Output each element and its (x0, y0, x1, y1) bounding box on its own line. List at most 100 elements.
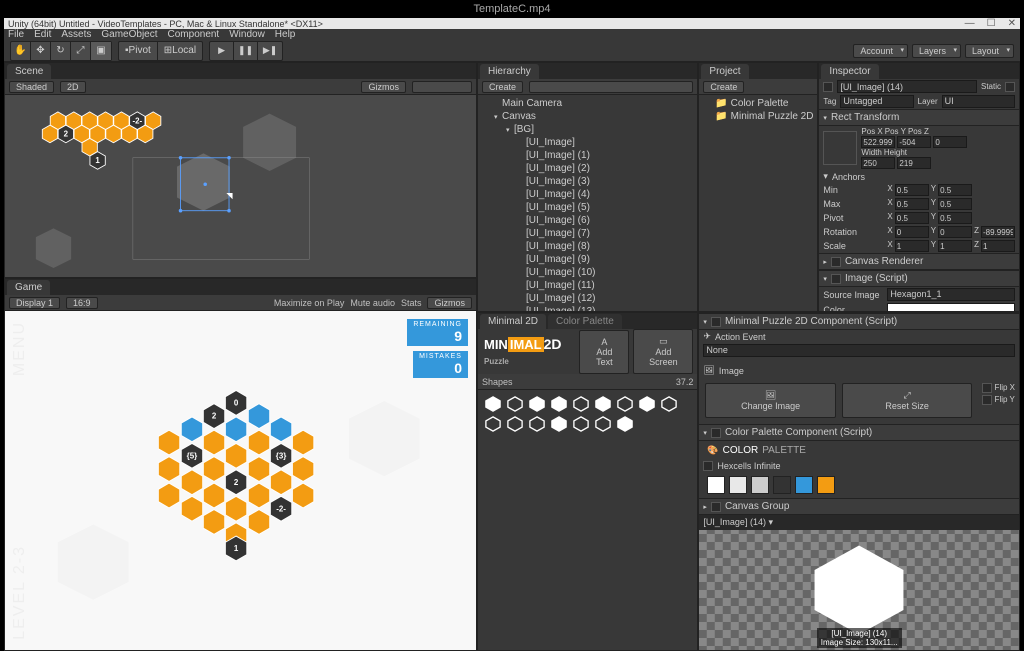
hierarchy-item[interactable]: [UI_Image] (11) (478, 279, 697, 292)
menu-window[interactable]: Window (229, 29, 265, 40)
hierarchy-tab[interactable]: Hierarchy (480, 64, 539, 79)
hierarchy-item[interactable]: ▾[BG] (478, 123, 697, 136)
active-checkbox[interactable] (823, 82, 833, 92)
minimal-component-header[interactable]: ▾Minimal Puzzle 2D Component (Script) (699, 313, 1019, 330)
hierarchy-item[interactable]: [UI_Image] (13) (478, 305, 697, 311)
menu-edit[interactable]: Edit (34, 29, 51, 40)
reset-size-button[interactable]: ⤢Reset Size (842, 383, 972, 418)
canvas-renderer-header[interactable]: ▸Canvas Renderer (819, 253, 1019, 270)
colorpalette-tab[interactable]: Color Palette (548, 314, 622, 329)
shape-hex[interactable] (506, 416, 524, 432)
scene-search[interactable] (412, 81, 472, 93)
maximize-toggle[interactable]: Maximize on Play (274, 298, 345, 308)
mute-toggle[interactable]: Mute audio (350, 298, 395, 308)
hierarchy-item[interactable]: [UI_Image] (3) (478, 175, 697, 188)
menu-assets[interactable]: Assets (61, 29, 91, 40)
menu-component[interactable]: Component (168, 29, 220, 40)
local-toggle[interactable]: ⊞ Local (158, 42, 202, 60)
hierarchy-item[interactable]: [UI_Image] (5) (478, 201, 697, 214)
aspect-dropdown[interactable]: 16:9 (66, 297, 98, 309)
hierarchy-item[interactable]: [UI_Image] (8) (478, 240, 697, 253)
rotate-tool[interactable]: ↻ (51, 42, 71, 60)
menu-gameobject[interactable]: GameObject (101, 29, 157, 40)
shape-hex[interactable] (550, 396, 568, 412)
shape-hex[interactable] (506, 396, 524, 412)
tag-dropdown[interactable]: Untagged (840, 95, 913, 108)
rect-transform-header[interactable]: ▾Rect Transform (819, 109, 1019, 126)
image-script-header[interactable]: ▾Image (Script) (819, 270, 1019, 287)
action-event-dropdown[interactable]: None (703, 344, 1015, 357)
minimize-button[interactable]: — (965, 18, 975, 29)
minimal2d-tab[interactable]: Minimal 2D (480, 314, 546, 329)
palette-component-header[interactable]: ▾Color Palette Component (Script) (699, 424, 1019, 441)
move-tool[interactable]: ✥ (31, 42, 51, 60)
account-dropdown[interactable]: Account (853, 44, 908, 58)
hierarchy-item[interactable]: [UI_Image] (2) (478, 162, 697, 175)
hierarchy-item[interactable]: ▾Canvas (478, 110, 697, 123)
step-button[interactable]: ▶❚ (258, 42, 282, 60)
shape-hex[interactable] (638, 396, 656, 412)
hierarchy-item[interactable]: [UI_Image] (10) (478, 266, 697, 279)
color-swatch[interactable] (795, 476, 813, 494)
add-screen-button[interactable]: ▭Add Screen (633, 329, 693, 374)
pivot-toggle[interactable]: ▪ Pivot (119, 42, 158, 60)
gizmos-dropdown[interactable]: Gizmos (361, 81, 406, 93)
canvas-group-header[interactable]: ▸Canvas Group (699, 498, 1019, 515)
game-gizmos[interactable]: Gizmos (427, 297, 472, 309)
shape-hex[interactable] (594, 396, 612, 412)
project-folder[interactable]: 📁 Color Palette (699, 97, 817, 110)
layout-dropdown[interactable]: Layout (965, 44, 1014, 58)
hand-tool[interactable]: ✋ (11, 42, 31, 60)
hierarchy-item[interactable]: [UI_Image] (7) (478, 227, 697, 240)
hierarchy-create[interactable]: Create (482, 81, 523, 93)
hierarchy-item[interactable]: [UI_Image] (478, 136, 697, 149)
shape-hex[interactable] (484, 416, 502, 432)
pause-button[interactable]: ❚❚ (234, 42, 258, 60)
shape-hex[interactable] (594, 416, 612, 432)
hierarchy-item[interactable]: [UI_Image] (4) (478, 188, 697, 201)
hierarchy-item[interactable]: [UI_Image] (1) (478, 149, 697, 162)
scale-tool[interactable]: ⤢ (71, 42, 91, 60)
2d-toggle[interactable]: 2D (60, 81, 86, 93)
project-folder[interactable]: 📁 Minimal Puzzle 2D (699, 110, 817, 123)
color-swatch[interactable] (729, 476, 747, 494)
play-button[interactable]: ▶ (210, 42, 234, 60)
anchor-preset[interactable] (823, 131, 857, 165)
color-swatch[interactable] (817, 476, 835, 494)
shape-hex[interactable] (528, 396, 546, 412)
color-field[interactable] (887, 303, 1015, 311)
hierarchy-item[interactable]: [UI_Image] (12) (478, 292, 697, 305)
add-text-button[interactable]: AAdd Text (579, 330, 629, 374)
project-create[interactable]: Create (703, 81, 744, 93)
scene-viewport[interactable]: -2-21 (5, 95, 476, 277)
maximize-button[interactable]: ☐ (987, 18, 996, 29)
color-swatch[interactable] (707, 476, 725, 494)
project-tab[interactable]: Project (701, 64, 748, 79)
object-name-field[interactable] (837, 80, 977, 93)
shape-hex[interactable] (572, 396, 590, 412)
window-titlebar[interactable]: Unity (64bit) Untitled - VideoTemplates … (4, 18, 1020, 29)
shape-hex[interactable] (616, 396, 634, 412)
menu-help[interactable]: Help (275, 29, 296, 40)
display-dropdown[interactable]: Display 1 (9, 297, 60, 309)
shape-hex[interactable] (550, 416, 568, 432)
hierarchy-item[interactable]: [UI_Image] (6) (478, 214, 697, 227)
shape-hex[interactable] (528, 416, 546, 432)
hierarchy-item[interactable]: [UI_Image] (9) (478, 253, 697, 266)
hierarchy-search[interactable] (529, 81, 693, 93)
shape-hex[interactable] (572, 416, 590, 432)
hierarchy-item[interactable]: Main Camera (478, 97, 697, 110)
stats-toggle[interactable]: Stats (401, 298, 422, 308)
layers-dropdown[interactable]: Layers (912, 44, 961, 58)
shape-hex[interactable] (484, 396, 502, 412)
color-swatch[interactable] (751, 476, 769, 494)
close-button[interactable]: ✕ (1008, 18, 1016, 29)
shape-scale[interactable]: 37.2 (676, 377, 694, 387)
scene-tab[interactable]: Scene (7, 64, 51, 79)
rect-tool[interactable]: ▣ (91, 42, 111, 60)
inspector-tab[interactable]: Inspector (821, 64, 878, 79)
menu-file[interactable]: File (8, 29, 24, 40)
change-image-button[interactable]: 🖼Change Image (705, 383, 835, 418)
layer-dropdown[interactable]: UI (942, 95, 1015, 108)
color-swatch[interactable] (773, 476, 791, 494)
